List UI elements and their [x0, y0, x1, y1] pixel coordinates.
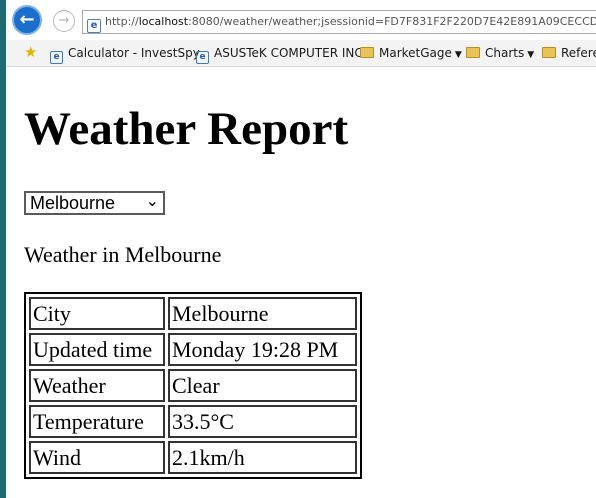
dropdown-arrow-icon: ▼	[527, 50, 535, 60]
row-value: Clear	[168, 369, 357, 402]
favorite-label: Calculator - InvestSpy	[68, 46, 200, 60]
folder-icon	[360, 47, 374, 58]
window-edge	[0, 0, 6, 498]
folder-icon	[466, 47, 480, 58]
page-title: Weather Report	[24, 103, 349, 155]
row-label: Updated time	[29, 333, 165, 366]
table-row: Updated time Monday 19:28 PM	[29, 333, 357, 366]
favorites-bar: ★ e Calculator - InvestSpy e ASUSTeK COMPU…	[6, 40, 596, 67]
table-row: Wind 2.1km/h	[29, 441, 357, 474]
navigation-bar: ← → e http://localhost:8080/weather/weath…	[6, 0, 596, 40]
favorite-asustek[interactable]: e ASUSTeK COMPUTER INC	[196, 44, 363, 64]
row-value: 33.5°C	[168, 405, 357, 438]
table-row: Weather Clear	[29, 369, 357, 402]
address-bar[interactable]: e http://localhost:8080/weather/weather;j…	[82, 10, 596, 34]
row-label: City	[29, 297, 165, 330]
favorite-label: Refere	[561, 46, 596, 60]
city-select[interactable]: Melbourne ⌄	[24, 191, 165, 215]
ie-page-icon: e	[196, 51, 209, 64]
row-label: Wind	[29, 441, 165, 474]
favorite-label: ASUSTeK COMPUTER INC	[214, 46, 363, 60]
favorite-marketgage[interactable]: MarketGage ▼	[360, 44, 462, 62]
folder-icon	[542, 47, 556, 58]
favorite-reference[interactable]: Refere	[542, 44, 596, 62]
back-button[interactable]: ←	[12, 5, 42, 35]
row-value: Melbourne	[168, 297, 357, 330]
favorite-charts[interactable]: Charts ▼	[466, 44, 534, 62]
city-select-value: Melbourne	[30, 193, 116, 213]
favorite-calculator-investspy[interactable]: e Calculator - InvestSpy	[50, 44, 200, 64]
favorite-label: Charts	[485, 46, 525, 60]
table-row: City Melbourne	[29, 297, 357, 330]
chevron-down-icon: ⌄	[145, 193, 159, 210]
favorites-star-icon[interactable]: ★	[24, 43, 37, 61]
forward-button[interactable]: →	[53, 10, 75, 32]
url-prefix: http://	[105, 15, 139, 28]
favorite-label: MarketGage	[379, 46, 452, 60]
back-arrow-icon: ←	[19, 9, 35, 30]
row-label: Weather	[29, 369, 165, 402]
weather-table: City Melbourne Updated time Monday 19:28…	[24, 292, 362, 479]
weather-subheading: Weather in Melbourne	[24, 242, 222, 267]
forward-arrow-icon: →	[58, 13, 70, 28]
ie-page-icon: e	[87, 19, 101, 33]
row-value: 2.1km/h	[168, 441, 357, 474]
dropdown-arrow-icon: ▼	[454, 50, 462, 60]
ie-page-icon: e	[50, 51, 63, 64]
url-path: :8080/weather/weather;jsessionid=FD7F831…	[188, 15, 596, 28]
row-value: Monday 19:28 PM	[168, 333, 357, 366]
url-host: localhost	[138, 15, 189, 28]
row-label: Temperature	[29, 405, 165, 438]
table-row: Temperature 33.5°C	[29, 405, 357, 438]
